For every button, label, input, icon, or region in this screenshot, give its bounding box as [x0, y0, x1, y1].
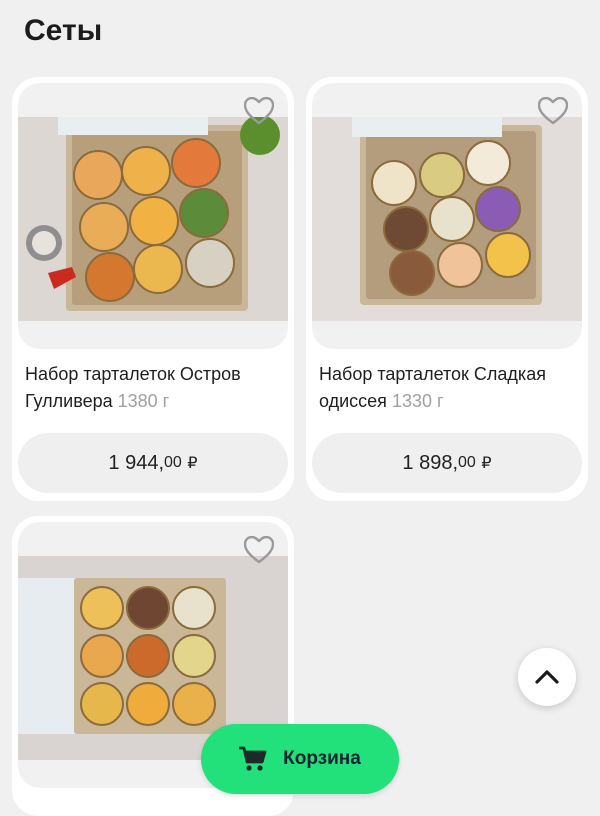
favorite-icon[interactable] — [244, 97, 274, 125]
favorite-icon[interactable] — [538, 97, 568, 125]
price-button[interactable]: 1 898, 00 ₽ — [312, 433, 582, 493]
cart-icon — [239, 746, 267, 771]
product-title[interactable]: Набор тарталеток Остров Гулливера 1380 г — [25, 361, 277, 415]
currency-symbol: ₽ — [187, 455, 198, 472]
product-image-container[interactable] — [18, 83, 288, 349]
price-decimal: 00 — [458, 454, 476, 471]
currency-symbol: ₽ — [481, 455, 492, 472]
product-image-container[interactable] — [312, 83, 582, 349]
scroll-top-button[interactable] — [518, 648, 576, 706]
product-card[interactable]: Набор тарталеток Сладкая одиссея 1330 г … — [306, 77, 588, 501]
favorite-icon[interactable] — [244, 536, 274, 564]
product-title[interactable]: Набор тарталеток Сладкая одиссея 1330 г — [319, 361, 571, 415]
price-integer: 1 898, — [402, 451, 459, 474]
cart-button[interactable]: Корзина — [201, 724, 399, 794]
price-decimal: 00 — [164, 454, 182, 471]
page-title: Сеты — [24, 14, 103, 47]
product-photo — [18, 117, 288, 321]
cart-label: Корзина — [283, 748, 361, 769]
product-weight: 1330 г — [391, 391, 444, 411]
product-photo — [312, 117, 582, 321]
chevron-up-icon — [535, 670, 559, 684]
price-button[interactable]: 1 944, 00 ₽ — [18, 433, 288, 493]
product-weight: 1380 г — [117, 391, 170, 411]
price-integer: 1 944, — [108, 451, 165, 474]
product-card[interactable]: Набор тарталеток Остров Гулливера 1380 г… — [12, 77, 294, 501]
